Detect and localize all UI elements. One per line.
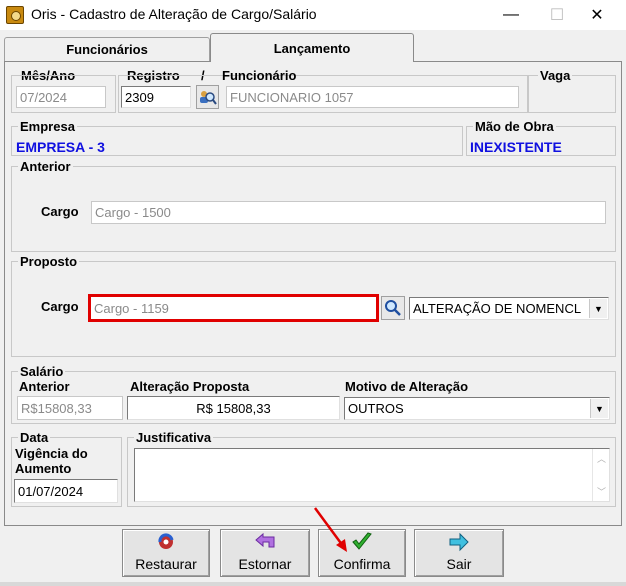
motivo-alteracao-value: OUTROS bbox=[348, 401, 404, 416]
tab-lancamento[interactable]: Lançamento bbox=[210, 33, 414, 62]
scroll-down-icon[interactable]: ﹀ bbox=[597, 485, 606, 498]
funcionario-label: Funcionário bbox=[222, 68, 297, 83]
salario-label: Salário bbox=[20, 364, 64, 379]
estornar-button[interactable]: Estornar bbox=[220, 529, 310, 577]
restaurar-label: Restaurar bbox=[135, 556, 197, 572]
lancamento-panel: Mês/Ano 07/2024 Registro / 2309 Funcioná… bbox=[4, 61, 622, 526]
motivo-cargo-value: ALTERAÇÃO DE NOMENCL bbox=[413, 301, 582, 316]
justificativa-textarea[interactable]: ︿ ﹀ bbox=[134, 448, 610, 502]
empresa-value: EMPRESA - 3 bbox=[16, 139, 105, 155]
magnifier-icon bbox=[385, 300, 401, 316]
registro-field[interactable]: 2309 bbox=[121, 86, 191, 108]
salario-anterior-field[interactable]: R$15808,33 bbox=[17, 396, 123, 420]
sair-button[interactable]: Sair bbox=[414, 529, 504, 577]
motivo-alteracao-label: Motivo de Alteração bbox=[345, 379, 469, 394]
status-strip bbox=[0, 582, 626, 586]
vaga-label: Vaga bbox=[538, 68, 573, 83]
empresa-label: Empresa bbox=[20, 119, 75, 134]
window-title: Oris - Cadastro de Alteração de Cargo/Sa… bbox=[31, 6, 317, 22]
proposto-label: Proposto bbox=[20, 254, 78, 269]
app-icon bbox=[6, 6, 24, 24]
alteracao-proposta-label: Alteração Proposta bbox=[130, 379, 250, 394]
alteracao-proposta-field[interactable]: R$ 15808,33 bbox=[127, 396, 340, 420]
scroll-up-icon[interactable]: ︿ bbox=[597, 452, 606, 465]
vigencia-label-line1: Vigência do bbox=[15, 446, 88, 461]
funcionario-field[interactable]: FUNCIONARIO 1057 bbox=[226, 86, 519, 108]
proposto-cargo-field[interactable]: Cargo - 1159 bbox=[88, 294, 379, 322]
sair-label: Sair bbox=[446, 556, 472, 572]
estornar-label: Estornar bbox=[238, 556, 292, 572]
title-bar: Oris - Cadastro de Alteração de Cargo/Sa… bbox=[0, 0, 626, 30]
anterior-cargo-label: Cargo bbox=[41, 204, 79, 219]
mao-de-obra-value: INEXISTENTE bbox=[470, 139, 562, 155]
mao-de-obra-label: Mão de Obra bbox=[475, 119, 554, 134]
chevron-down-icon[interactable]: ▼ bbox=[590, 399, 608, 418]
exit-arrow-icon bbox=[449, 532, 469, 552]
anterior-label: Anterior bbox=[20, 159, 71, 174]
vigencia-label-line2: Aumento bbox=[15, 461, 72, 476]
annotation-arrow bbox=[313, 507, 347, 552]
proposto-cargo-label: Cargo bbox=[41, 299, 79, 314]
restaurar-button[interactable]: Restaurar bbox=[122, 529, 210, 577]
vigencia-field[interactable]: 01/07/2024 bbox=[14, 479, 118, 503]
undo-arrow-icon bbox=[255, 532, 275, 548]
anterior-cargo-field[interactable]: Cargo - 1500 bbox=[91, 201, 606, 224]
minimize-button[interactable]: — bbox=[488, 0, 534, 30]
motivo-alteracao-select[interactable]: OUTROS ▼ bbox=[344, 397, 610, 420]
mes-ano-field[interactable]: 07/2024 bbox=[16, 86, 106, 108]
scrollbar[interactable]: ︿ ﹀ bbox=[592, 449, 609, 501]
search-cargo-button[interactable] bbox=[381, 296, 405, 320]
salario-anterior-label: Anterior bbox=[19, 379, 70, 394]
data-label: Data bbox=[20, 430, 49, 445]
search-employee-button[interactable] bbox=[196, 85, 219, 109]
restore-icon bbox=[158, 533, 174, 549]
justificativa-label: Justificativa bbox=[136, 430, 212, 445]
motivo-cargo-select[interactable]: ALTERAÇÃO DE NOMENCL ▼ bbox=[409, 297, 609, 320]
close-button[interactable]: ✕ bbox=[574, 0, 620, 30]
tab-funcionarios[interactable]: Funcionários bbox=[4, 37, 210, 61]
chevron-down-icon[interactable]: ▼ bbox=[589, 299, 607, 318]
people-search-icon bbox=[199, 91, 217, 105]
